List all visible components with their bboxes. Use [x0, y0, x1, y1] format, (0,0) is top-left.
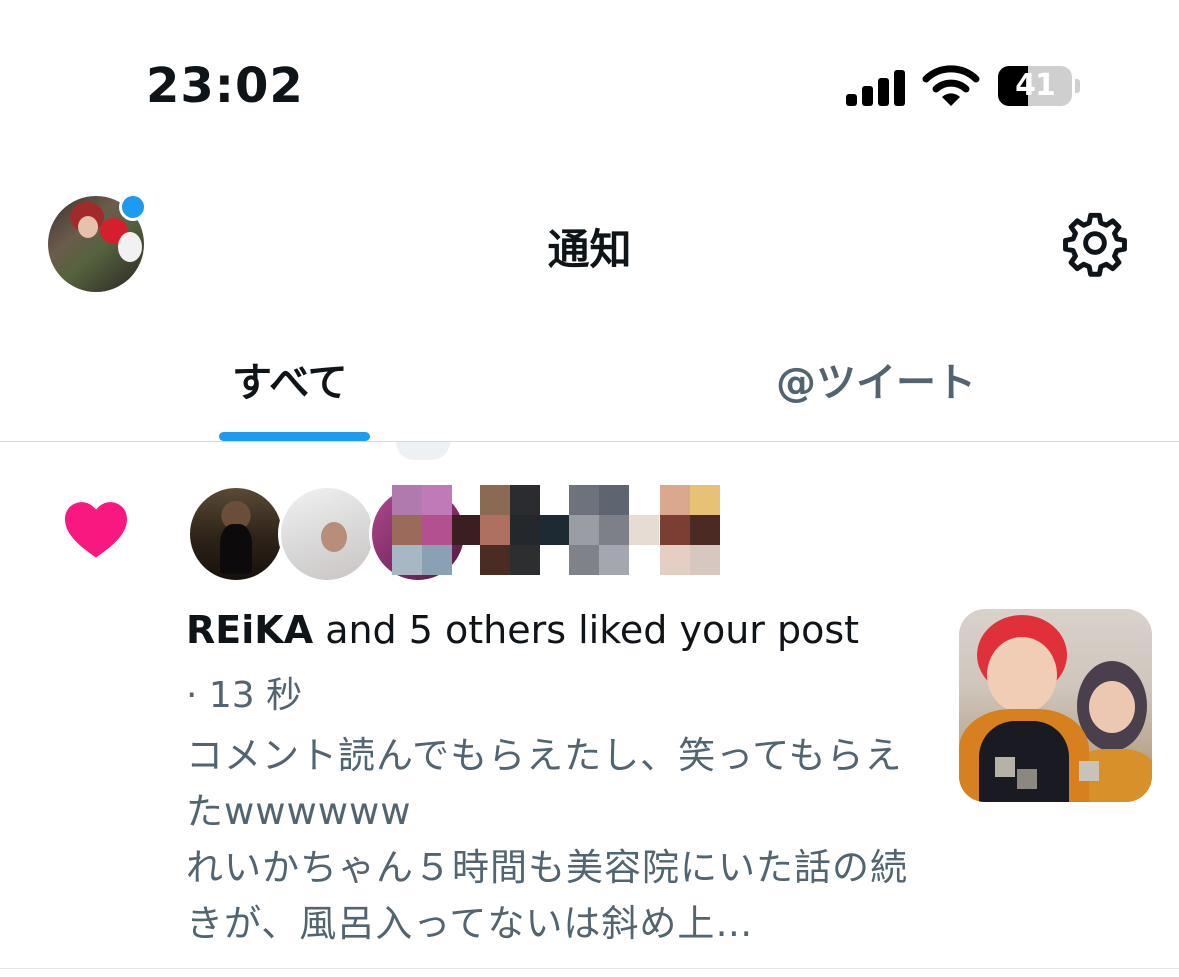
liker-avatar-pixelated[interactable]	[392, 485, 482, 575]
liker-avatar-pixelated[interactable]	[569, 485, 659, 575]
status-time: 23:02	[146, 58, 304, 114]
page-title: 通知	[547, 225, 632, 274]
liker-avatar-pixelated[interactable]	[660, 485, 750, 575]
liked-post-text[interactable]: コメント読んでもらえたし、笑ってもらえたwwwwww れいかちゃん５時間も美容院…	[186, 728, 926, 952]
liker-avatar[interactable]	[278, 485, 376, 583]
wifi-icon	[922, 65, 980, 106]
tab-mentions[interactable]: @ツイート	[776, 350, 976, 408]
cellular-signal-icon	[846, 70, 906, 106]
liker-avatar-pixelated[interactable]	[480, 485, 570, 575]
tab-all[interactable]: すべて	[232, 350, 348, 408]
gear-icon[interactable]	[1060, 208, 1130, 278]
row-divider	[0, 968, 1179, 969]
liker-avatar[interactable]	[187, 485, 285, 583]
post-media-thumbnail[interactable]	[959, 609, 1152, 802]
notification-timestamp: · 13 秒	[186, 675, 303, 716]
notification-summary[interactable]: REiKA and 5 others liked your post	[186, 606, 916, 654]
active-tab-indicator	[219, 432, 370, 441]
battery-cap	[1075, 79, 1080, 93]
heart-icon	[65, 502, 127, 558]
actor-name[interactable]: REiKA	[186, 608, 313, 652]
notification-action: and 5 others liked your post	[313, 608, 860, 652]
pull-to-refresh-indicator	[396, 442, 450, 460]
battery-icon: 41	[998, 66, 1072, 106]
tab-divider	[0, 441, 1179, 442]
battery-level: 41	[1015, 68, 1056, 103]
